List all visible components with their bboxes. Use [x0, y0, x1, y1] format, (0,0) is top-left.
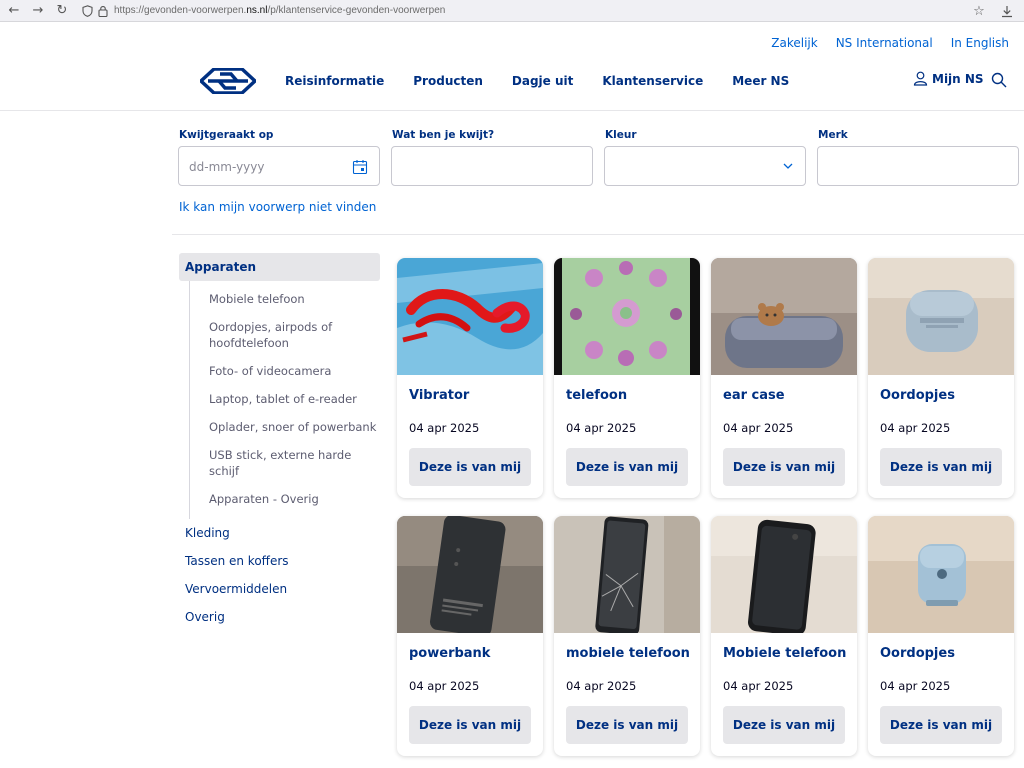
- item-photo: [397, 258, 543, 375]
- item-title: ear case: [723, 388, 785, 403]
- browser-toolbar: ← → ↻ https://gevonden-voorwerpen.ns.nl/…: [0, 0, 1024, 22]
- item-date: 04 apr 2025: [409, 679, 480, 693]
- nav-klantenservice[interactable]: Klantenservice: [602, 74, 703, 88]
- item-date: 04 apr 2025: [880, 421, 951, 435]
- forward-arrow-icon[interactable]: →: [28, 1, 48, 21]
- category-vervoermiddelen[interactable]: Vervoermiddelen: [179, 575, 380, 603]
- subcategory-mobiele-telefoon[interactable]: Mobiele telefoon: [209, 285, 380, 313]
- nav-dagje-uit[interactable]: Dagje uit: [512, 74, 573, 88]
- item-photo: [868, 516, 1014, 633]
- category-kleding[interactable]: Kleding: [179, 519, 380, 547]
- claim-button[interactable]: Deze is van mij: [880, 448, 1002, 486]
- claim-button[interactable]: Deze is van mij: [409, 448, 531, 486]
- item-card[interactable]: Oordopjes 04 apr 2025 Deze is van mij: [868, 516, 1014, 756]
- item-date: 04 apr 2025: [723, 421, 794, 435]
- category-apparaten[interactable]: Apparaten: [179, 253, 380, 281]
- what-filter-label: Wat ben je kwijt?: [392, 129, 495, 141]
- color-filter-label: Kleur: [605, 129, 637, 141]
- subcategory-list: Mobiele telefoon Oordopjes, airpods of h…: [189, 281, 380, 519]
- user-icon: [913, 71, 928, 86]
- download-icon[interactable]: [998, 2, 1016, 20]
- item-card[interactable]: Vibrator 04 apr 2025 Deze is van mij: [397, 258, 543, 498]
- not-found-link[interactable]: Ik kan mijn voorwerp niet vinden: [179, 200, 376, 214]
- subcategory-laptop[interactable]: Laptop, tablet of e-reader: [209, 385, 380, 413]
- link-in-english[interactable]: In English: [951, 36, 1009, 50]
- address-bar[interactable]: https://gevonden-voorwerpen.ns.nl/p/klan…: [80, 4, 445, 18]
- item-photo: [554, 258, 700, 375]
- utility-links: Zakelijk NS International In English: [771, 36, 1009, 50]
- subcategory-camera[interactable]: Foto- of videocamera: [209, 357, 380, 385]
- brand-filter-input[interactable]: [817, 146, 1019, 186]
- item-date: 04 apr 2025: [566, 421, 637, 435]
- item-title: Mobiele telefoon: [723, 646, 847, 661]
- item-date: 04 apr 2025: [880, 679, 951, 693]
- item-title: mobiele telefoon: [566, 646, 690, 661]
- item-card[interactable]: mobiele telefoon 04 apr 2025 Deze is van…: [554, 516, 700, 756]
- item-card[interactable]: Oordopjes 04 apr 2025 Deze is van mij: [868, 258, 1014, 498]
- claim-button[interactable]: Deze is van mij: [723, 706, 845, 744]
- divider: [172, 234, 1024, 235]
- account-label: Mijn NS: [932, 71, 984, 86]
- nav-producten[interactable]: Producten: [413, 74, 483, 88]
- lock-icon: [96, 4, 110, 18]
- item-card[interactable]: powerbank 04 apr 2025 Deze is van mij: [397, 516, 543, 756]
- item-title: powerbank: [409, 646, 491, 661]
- category-sidebar: Apparaten Mobiele telefoon Oordopjes, ai…: [179, 253, 380, 631]
- search-icon[interactable]: [991, 72, 1007, 88]
- claim-button[interactable]: Deze is van mij: [566, 706, 688, 744]
- category-tassen[interactable]: Tassen en koffers: [179, 547, 380, 575]
- nav-meer-ns[interactable]: Meer NS: [732, 74, 789, 88]
- what-filter-input[interactable]: [391, 146, 593, 186]
- item-title: telefoon: [566, 388, 628, 403]
- color-filter-select[interactable]: [604, 146, 806, 186]
- item-photo: [711, 258, 857, 375]
- chevron-down-icon: [783, 163, 793, 169]
- item-date: 04 apr 2025: [409, 421, 480, 435]
- claim-button[interactable]: Deze is van mij: [880, 706, 1002, 744]
- link-ns-international[interactable]: NS International: [836, 36, 933, 50]
- link-zakelijk[interactable]: Zakelijk: [771, 36, 817, 50]
- subcategory-oordopjes[interactable]: Oordopjes, airpods of hoofdtelefoon: [209, 313, 380, 357]
- claim-button[interactable]: Deze is van mij: [723, 448, 845, 486]
- shield-icon: [80, 4, 94, 18]
- claim-button[interactable]: Deze is van mij: [566, 448, 688, 486]
- subcategory-usb[interactable]: USB stick, externe harde schijf: [209, 441, 380, 485]
- claim-button[interactable]: Deze is van mij: [409, 706, 531, 744]
- subcategory-apparaten-overig[interactable]: Apparaten - Overig: [209, 485, 380, 513]
- site-header: Zakelijk NS International In English Rei…: [0, 22, 1024, 111]
- date-placeholder: dd-mm-yyyy: [189, 160, 265, 174]
- brand-filter-label: Merk: [818, 129, 848, 141]
- item-photo: [554, 516, 700, 633]
- url-text: https://gevonden-voorwerpen.ns.nl/p/klan…: [114, 5, 446, 16]
- item-photo: [397, 516, 543, 633]
- category-overig[interactable]: Overig: [179, 603, 380, 631]
- item-title: Oordopjes: [880, 388, 955, 403]
- item-date: 04 apr 2025: [566, 679, 637, 693]
- item-card[interactable]: telefoon 04 apr 2025 Deze is van mij: [554, 258, 700, 498]
- item-card[interactable]: ear case 04 apr 2025 Deze is van mij: [711, 258, 857, 498]
- back-arrow-icon[interactable]: ←: [4, 1, 24, 21]
- item-date: 04 apr 2025: [723, 679, 794, 693]
- item-title: Oordopjes: [880, 646, 955, 661]
- calendar-icon[interactable]: [352, 159, 368, 175]
- reload-icon[interactable]: ↻: [52, 1, 72, 21]
- subcategory-oplader[interactable]: Oplader, snoer of powerbank: [209, 413, 380, 441]
- star-icon[interactable]: ☆: [970, 2, 988, 20]
- item-title: Vibrator: [409, 388, 470, 403]
- item-card[interactable]: Mobiele telefoon 04 apr 2025 Deze is van…: [711, 516, 857, 756]
- item-photo: [711, 516, 857, 633]
- date-filter-input[interactable]: dd-mm-yyyy: [178, 146, 380, 186]
- date-filter-label: Kwijtgeraakt op: [179, 129, 274, 141]
- ns-logo[interactable]: [200, 68, 256, 94]
- main-navigation: Reisinformatie Producten Dagje uit Klant…: [285, 74, 818, 88]
- account-link[interactable]: Mijn NS: [913, 71, 984, 86]
- nav-reisinformatie[interactable]: Reisinformatie: [285, 74, 384, 88]
- item-photo: [868, 258, 1014, 375]
